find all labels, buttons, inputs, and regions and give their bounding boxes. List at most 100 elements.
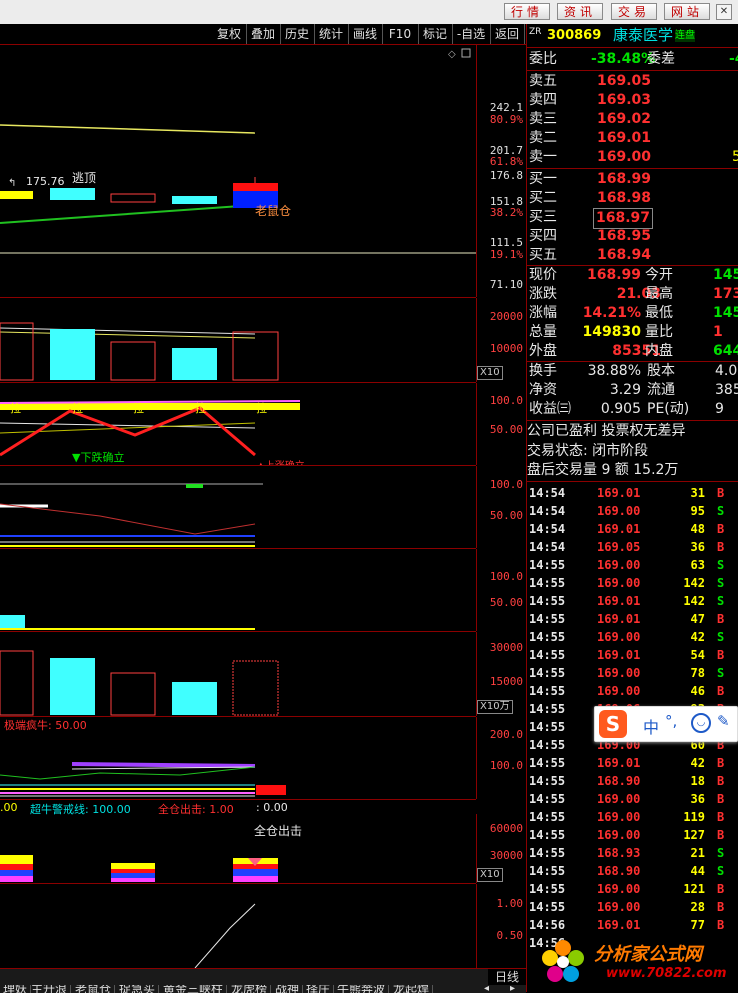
fundamental-value: 38.88%	[587, 363, 641, 379]
ask-level-row[interactable]: 卖五 169.05	[527, 72, 738, 91]
volume-pane-1[interactable]	[0, 298, 476, 383]
price-axis: 242.1 80.9% 201.7 61.8% 176.8 151.8 38.2…	[476, 45, 527, 297]
draw-line-button[interactable]: 画线	[348, 24, 383, 44]
stat-label: 总量	[529, 324, 557, 340]
stats-button[interactable]: 统计	[314, 24, 349, 44]
trade-price: 168.90	[597, 864, 641, 878]
bid-level-row[interactable]: 买三 168.97	[527, 208, 738, 229]
history-button[interactable]: 历史	[280, 24, 315, 44]
signal-line-white	[194, 903, 256, 968]
fuquan-button[interactable]: 复权	[212, 24, 247, 44]
ask-level-label: 卖一	[529, 149, 557, 165]
formula-tabs: 日线 理妖 主升浪 老鼠仓 捉急买 黄金三峡柱 龙虎榜 战神 择庄 牛熊奔波 龙…	[0, 968, 526, 993]
mark-button[interactable]: 标记	[418, 24, 453, 44]
trade-side: B	[717, 486, 725, 500]
volume-unit-label: X10	[477, 868, 503, 882]
stock-name: 康泰医学	[613, 26, 674, 44]
trade-volume: 95	[690, 504, 705, 518]
trade-row: 14:55 169.01 54 B	[529, 646, 738, 664]
pull-mark: 拉	[72, 402, 83, 415]
fundamental-label: 换手	[529, 363, 557, 379]
trade-volume: 44	[690, 864, 705, 878]
stack-bar-blue	[0, 870, 33, 876]
ask-level-row[interactable]: 卖四 169.03	[527, 91, 738, 110]
trade-volume: 18	[690, 774, 705, 788]
bid-level-row[interactable]: 买五 168.94	[527, 246, 738, 265]
stack-bar-pink	[233, 876, 278, 882]
bid-level-label: 买一	[529, 171, 557, 187]
trade-row: 14:54 169.05 36 B	[529, 538, 738, 556]
signal-block	[0, 615, 25, 629]
price-pane[interactable]: ↰ ◇ 175.76 逃顶 老鼠仓	[0, 45, 476, 298]
ime-logo-icon[interactable]: S	[599, 710, 627, 738]
ime-emoji-icon[interactable]: ◡	[691, 713, 711, 733]
volume-pane-3[interactable]: 全仓出击	[0, 814, 476, 884]
diamond-icon: ◇	[448, 49, 456, 60]
trade-time: 14:55	[529, 774, 566, 788]
trade-time: 14:55	[529, 900, 566, 914]
remove-watchlist-button[interactable]: -自选	[452, 24, 491, 44]
indicator-pane-1[interactable]: 拉 拉 拉 拉 拉 ▼下跌确立 ▲上涨确立	[0, 383, 476, 466]
trade-volume: 47	[690, 612, 705, 626]
volume-pane-2[interactable]	[0, 632, 476, 717]
trade-price: 169.01	[597, 648, 641, 662]
period-selector[interactable]: 日线	[488, 969, 526, 985]
trade-price: 169.00	[597, 810, 641, 824]
trade-side: B	[717, 684, 725, 698]
fundamental-row: 收益㈢ 0.905 PE(动) 9	[527, 400, 738, 419]
stat-label: 外盘	[529, 343, 557, 359]
tick: 176.8	[489, 169, 523, 182]
trade-side: B	[717, 612, 725, 626]
ask-level-row[interactable]: 卖三 169.02	[527, 110, 738, 129]
ime-pen-icon[interactable]: ✎	[717, 712, 730, 730]
bid-level-row[interactable]: 买四 168.95	[527, 227, 738, 246]
fundamental-value: 9	[715, 401, 724, 417]
stat-row: 外盘 85351 内盘 644	[527, 342, 738, 361]
stock-header: ZR 300869 康泰医学 连盘	[527, 26, 738, 45]
trade-price: 169.01	[597, 594, 641, 608]
tick: 80.9%	[489, 113, 523, 126]
ask-price: 169.05	[597, 73, 652, 89]
vol-bar	[0, 650, 34, 716]
trade-row: 14:55 169.01 47 B	[529, 610, 738, 628]
signal-line-red	[0, 503, 256, 535]
trade-price: 169.01	[597, 612, 641, 626]
indicator-pane-2[interactable]	[0, 466, 476, 549]
news-button[interactable]: 资讯	[557, 3, 603, 20]
trade-price: 169.00	[597, 666, 641, 680]
back-button[interactable]: 返回	[490, 24, 525, 44]
indicator-pane-5[interactable]	[0, 884, 476, 968]
margin-badge: 连盘	[675, 30, 695, 42]
website-button[interactable]: 网站	[664, 3, 710, 20]
indicator-chart-4	[0, 762, 286, 797]
trade-volume: 142	[683, 576, 705, 590]
fundamental-label: 流通	[647, 382, 675, 398]
indicator-pane-3[interactable]	[0, 549, 476, 632]
candle-5-top	[233, 183, 278, 191]
trade-time: 14:55	[529, 792, 566, 806]
tick: 38.2%	[489, 206, 523, 219]
trade-price: 169.05	[597, 540, 641, 554]
bid-level-row[interactable]: 买二 168.98	[527, 189, 738, 208]
overlay-button[interactable]: 叠加	[246, 24, 281, 44]
ask-level-label: 卖五	[529, 73, 557, 89]
market-button[interactable]: 行情	[504, 3, 550, 20]
ask-level-row[interactable]: 卖一 169.00 5	[527, 148, 738, 167]
trade-volume: 119	[683, 810, 705, 824]
trade-price: 169.01	[597, 522, 641, 536]
close-icon[interactable]: ✕	[716, 4, 732, 20]
trade-row: 14:55 169.01 142 S	[529, 592, 738, 610]
stat-label: 最高	[645, 286, 673, 302]
ime-toolbar[interactable]: S 中 °, ◡ ✎	[594, 706, 738, 742]
f10-button[interactable]: F10	[382, 24, 419, 44]
stack-bar-red	[0, 864, 33, 870]
stat-label: 内盘	[645, 343, 673, 359]
ask-level-row[interactable]: 卖二 169.01	[527, 129, 738, 148]
indicator-pane-4[interactable]: 极端疯牛: 50.00	[0, 717, 476, 800]
indicator-axis-1: 100.0 50.00	[476, 383, 527, 465]
trade-button[interactable]: 交易	[611, 3, 657, 20]
bid-level-row[interactable]: 买一 168.99	[527, 170, 738, 189]
ime-lang-toggle[interactable]: 中	[643, 714, 659, 738]
vol-bar	[50, 329, 95, 380]
ime-punct-toggle[interactable]: °,	[665, 712, 677, 730]
